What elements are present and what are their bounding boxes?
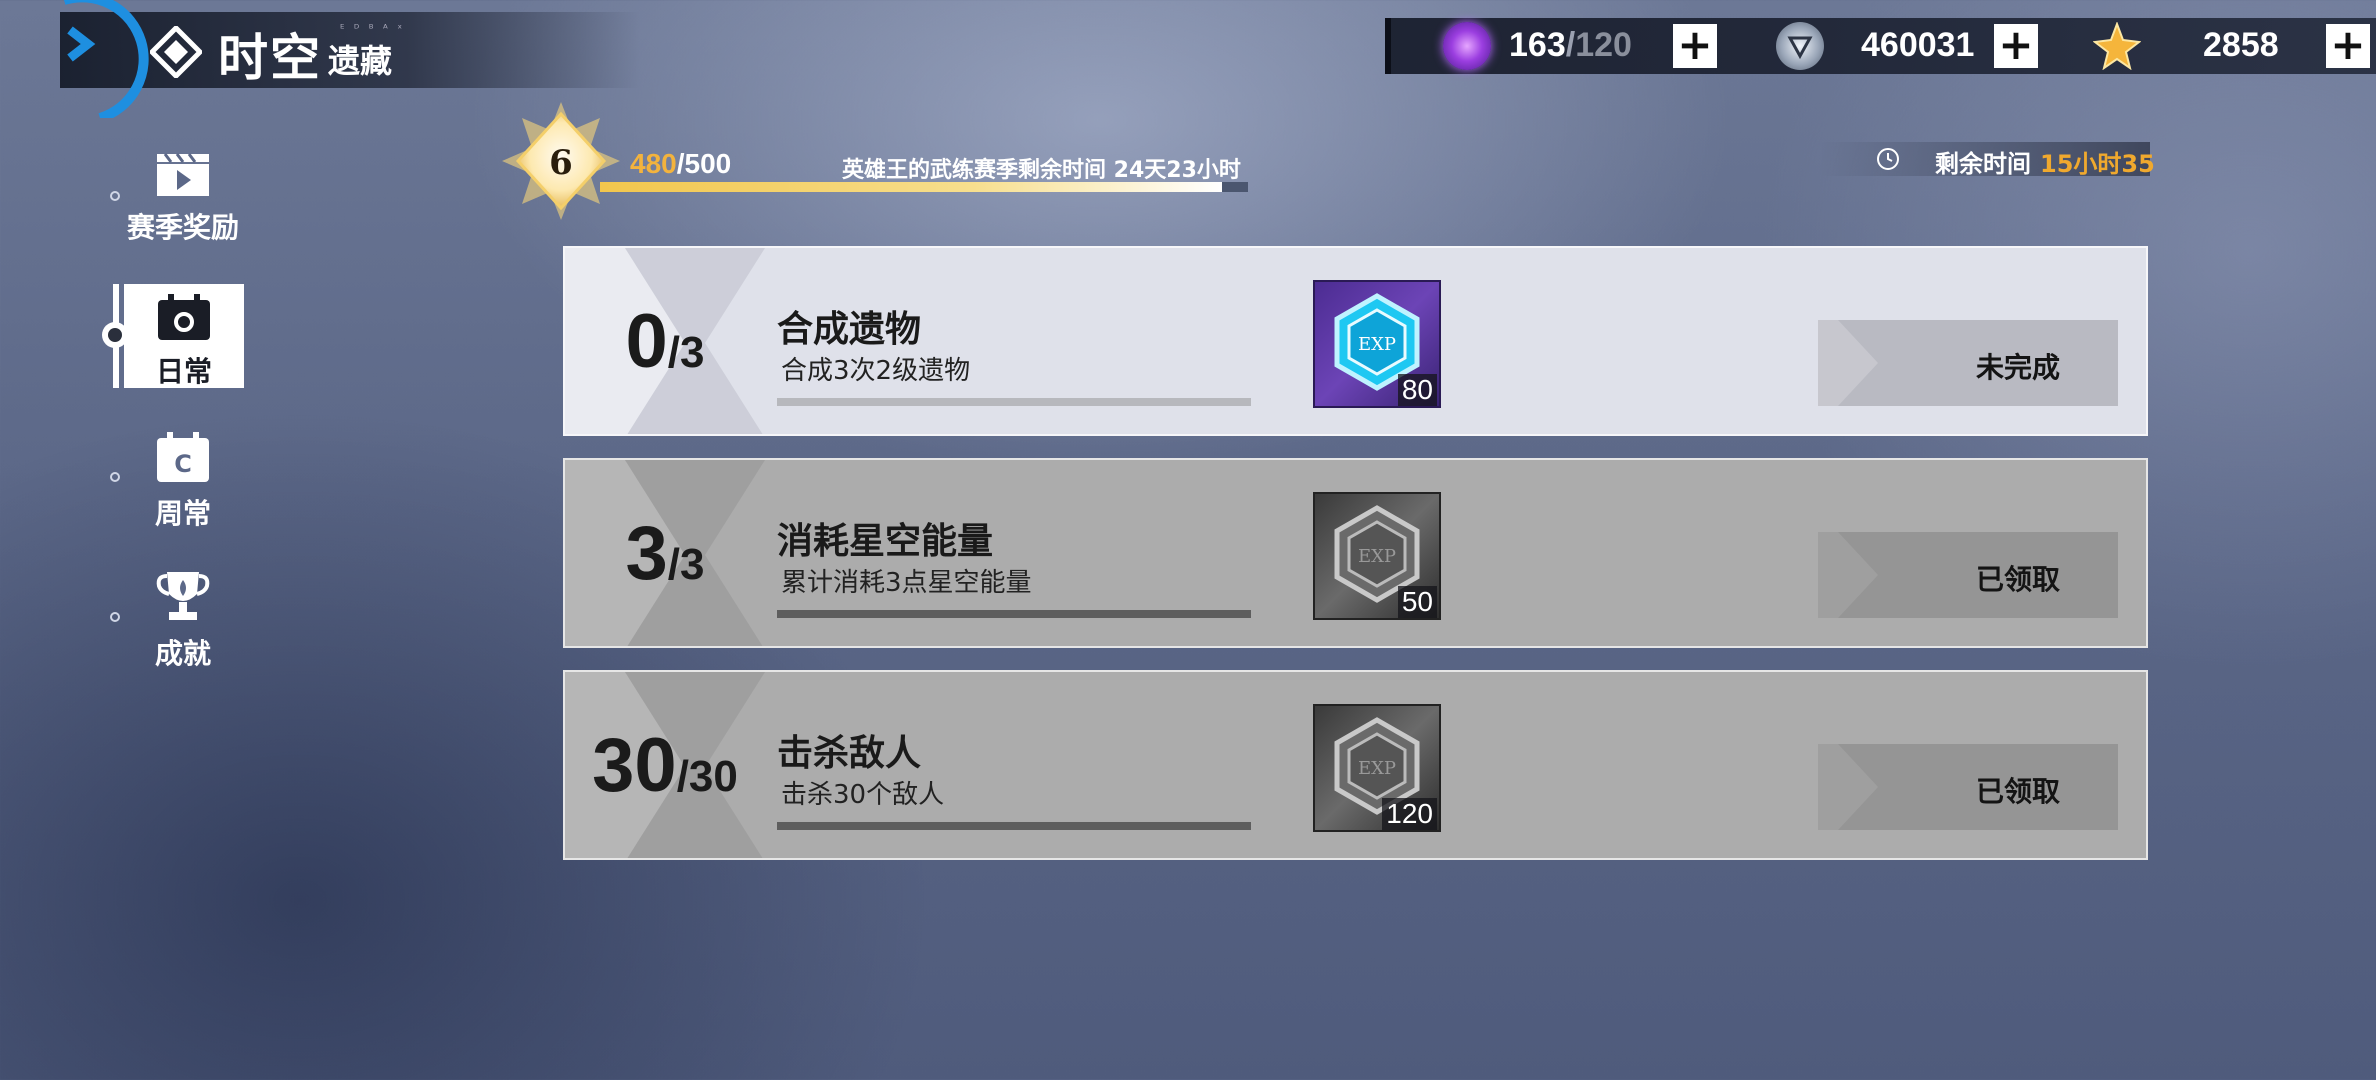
stamina-value: 163/120 [1509,26,1632,64]
level-number: 6 [549,143,573,183]
season-remaining-text: 英雄王的武练赛季剩余时间 24天23小时 [842,158,1241,183]
stars-value: 2858 [2203,26,2279,64]
task-title: 合成遗物 [777,308,922,350]
svg-text:EXP: EXP [1358,546,1396,567]
currency-bar: 163/120 + 460031 + 2858 + [1385,18,2376,74]
add-stamina-button[interactable]: + [1673,24,1717,68]
task-status-button[interactable]: 已领取 [1818,532,2118,618]
task-count: 0/3 [625,299,705,384]
task-count: 30/30 [592,723,738,808]
exp-text: 480/500 [630,148,732,179]
reward-item[interactable]: EXP 80 [1313,280,1441,408]
add-coins-button[interactable]: + [1994,24,2038,68]
back-button[interactable] [60,0,160,123]
task-status-label: 已领取 [1975,775,2060,808]
title-tiny-text: ᴱ ᴰ ᴮ ᴬ ˣ [340,22,406,35]
nav-daily-label: 日常 [155,355,212,388]
svg-text:EXP: EXP [1358,758,1396,779]
weekly-calendar-icon: C [157,432,209,482]
reward-quantity: 80 [1397,374,1437,406]
nav-dot [110,191,120,201]
task-description: 累计消耗3点星空能量 [781,568,1032,598]
nav-dot [110,472,120,482]
gold-star-icon [2092,21,2142,71]
page-subtitle: 遗藏 [328,42,393,80]
reward-item[interactable]: EXP 120 [1313,704,1441,832]
add-stars-button[interactable]: + [2326,24,2370,68]
reward-item[interactable]: EXP 50 [1313,492,1441,620]
level-badge: 6 [502,102,620,220]
nav-season-reward[interactable]: 赛季奖励 [121,152,245,246]
reward-quantity: 120 [1382,798,1437,830]
nav-weekly-label: 周常 [154,497,211,530]
task-progress-bar [777,822,1251,830]
task-title: 消耗星空能量 [777,520,994,562]
task-status-button[interactable]: 未完成 [1818,320,2118,406]
task-card: 30/30 击杀敌人 击杀30个敌人 EXP 120 已领取 [563,670,2148,860]
coins-value: 460031 [1861,26,1975,64]
silver-emblem-icon [1776,22,1824,70]
nav-dot [110,612,120,622]
task-description: 合成3次2级遗物 [781,356,971,386]
nav-weekly[interactable]: C 周常 [121,432,245,532]
purple-orb-icon [1443,22,1491,70]
task-description: 击杀30个敌人 [781,780,945,810]
title-diamond-icon [150,26,202,78]
task-progress-bar [777,398,1251,406]
nav-season-reward-label: 赛季奖励 [126,211,239,244]
svg-text:C: C [174,450,192,478]
task-count: 3/3 [625,511,705,596]
task-card: 3/3 消耗星空能量 累计消耗3点星空能量 EXP 50 已领取 [563,458,2148,648]
task-title: 击杀敌人 [777,732,922,774]
task-status-label: 未完成 [1975,351,2060,384]
task-status-label: 已领取 [1975,563,2060,596]
clock-icon [1877,148,1899,170]
calendar-icon [158,294,210,340]
task-card: 0/3 合成遗物 合成3次2级遗物 EXP 80 未完成 [563,246,2148,436]
back-arrow-icon [64,0,149,123]
task-status-button[interactable]: 已领取 [1818,744,2118,830]
task-progress-bar [777,610,1251,618]
timer-label: 剩余时间 [1935,150,2031,178]
nav-daily[interactable]: 日常 [124,284,244,388]
clapperboard-icon [157,153,209,196]
nav-achievement[interactable]: 成就 [121,568,245,672]
timer-value: 15小时35 [2040,150,2155,178]
reward-quantity: 50 [1397,586,1437,618]
svg-text:EXP: EXP [1358,334,1396,355]
page-title: 时空 [218,28,322,87]
trophy-icon [156,572,210,620]
nav-achievement-label: 成就 [154,637,211,670]
